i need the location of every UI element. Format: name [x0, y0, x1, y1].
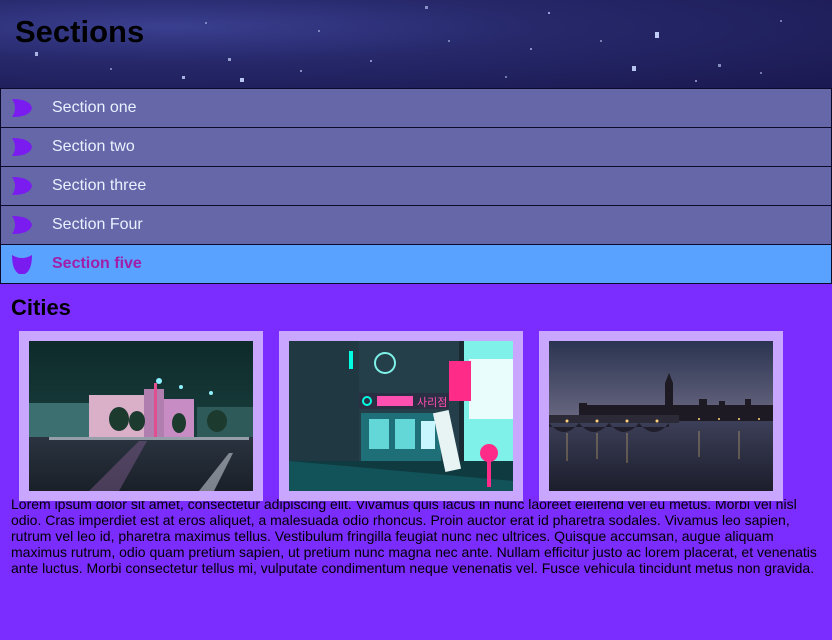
chevron-right-icon [12, 138, 32, 156]
content-heading: Cities [11, 295, 71, 320]
neon-street-image: 사리점 [289, 341, 513, 491]
chevron-right-icon [12, 216, 32, 234]
accordion-label: Section three [52, 177, 147, 194]
page-header: Sections [0, 0, 832, 89]
content-paragraph: Lorem ipsum dolor sit amet, consectetur … [11, 496, 817, 576]
accordion-section-five[interactable]: Section five [0, 244, 832, 284]
chevron-right-icon [12, 177, 32, 195]
chevron-right-icon [12, 99, 32, 117]
accordion-section-one[interactable]: Section one [0, 88, 832, 128]
gallery-image-frame[interactable] [539, 331, 783, 501]
shop-sign-text: 사리점 [417, 396, 447, 409]
gallery-image-frame[interactable]: 사리점 [279, 331, 523, 501]
accordion-section-two[interactable]: Section two [0, 127, 832, 167]
image-gallery: 사리점 [11, 320, 832, 501]
accordion-label: Section two [52, 138, 135, 155]
accordion-label: Section five [52, 255, 142, 272]
accordion-section-four[interactable]: Section Four [0, 205, 832, 245]
accordion-label: Section one [52, 99, 137, 116]
city-street-image [29, 341, 253, 491]
accordion-label: Section Four [52, 216, 143, 233]
chevron-down-icon [12, 255, 32, 274]
gallery-image-frame[interactable] [19, 331, 263, 501]
accordion-section-three[interactable]: Section three [0, 166, 832, 206]
page-title: Sections [15, 14, 145, 49]
section-five-content: Cities 사리점 Lorem ipsum dolor sit amet, c… [0, 284, 832, 577]
london-bridge-image [549, 341, 773, 491]
